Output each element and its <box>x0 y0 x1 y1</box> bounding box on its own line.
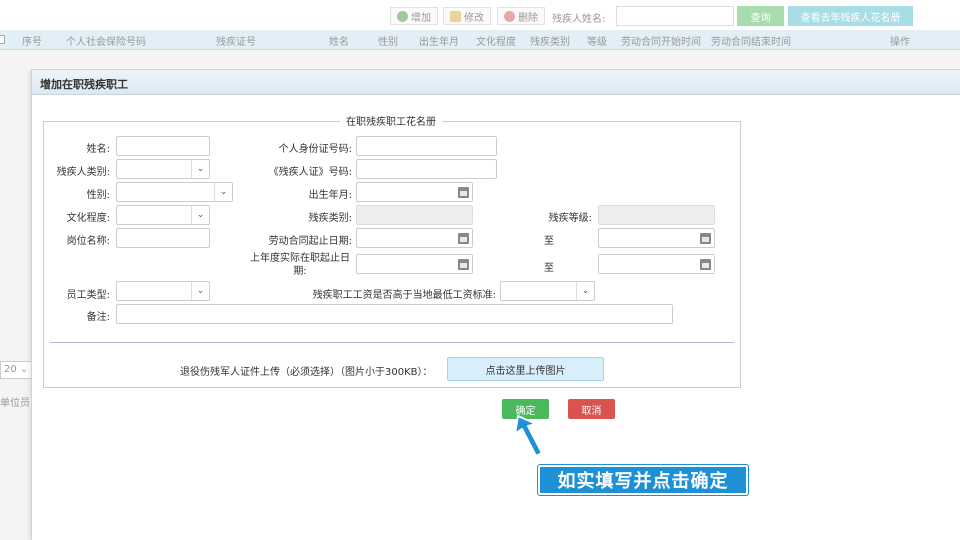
actual-end-input[interactable] <box>598 254 715 274</box>
add-button[interactable]: 增加 <box>390 7 438 25</box>
employee-type-select[interactable]: ⌄ <box>116 281 210 301</box>
disability-level-label: 残疾等级: <box>548 213 592 224</box>
cancel-button[interactable]: 取消 <box>568 399 615 419</box>
remarks-label: 备注: <box>86 312 110 323</box>
gender-label: 性别: <box>86 190 110 201</box>
column-header[interactable]: 序号 <box>22 33 42 48</box>
select-all-checkbox[interactable] <box>0 35 5 44</box>
chevron-down-icon: ⌄ <box>191 206 209 224</box>
query-button[interactable]: 查询 <box>737 6 784 26</box>
chevron-down-icon: ⌄ <box>191 282 209 300</box>
birth-label: 出生年月: <box>308 190 352 201</box>
dialog-title: 增加在职残疾职工 <box>32 70 960 95</box>
disability-type-field <box>356 205 473 225</box>
column-header[interactable]: 等级 <box>587 33 607 48</box>
disability-type-label: 残疾类别: <box>308 213 352 224</box>
divider <box>50 342 734 343</box>
column-header[interactable]: 劳动合同结束时间 <box>711 33 791 48</box>
delete-icon <box>504 10 515 22</box>
chevron-down-icon: ⌄ <box>191 160 209 178</box>
search-label: 残疾人姓名: <box>552 14 606 25</box>
delete-button[interactable]: 删除 <box>497 7 545 25</box>
upload-label: 退役伤残军人证件上传（必须选择）（图片小于300KB）： <box>180 367 433 378</box>
view-last-year-button[interactable]: 查看去年残疾人花名册 <box>788 6 913 26</box>
disability-cert-input[interactable] <box>356 159 497 179</box>
gender-select[interactable]: ⌄ <box>116 182 233 202</box>
wage-question-label: 残疾职工工资是否高于当地最低工资标准: <box>312 290 496 301</box>
upload-image-button[interactable]: 点击这里上传图片 <box>447 357 604 381</box>
remarks-input[interactable] <box>116 304 673 324</box>
disability-category-label: 残疾人类别: <box>56 167 110 178</box>
column-header[interactable]: 性别 <box>378 33 398 48</box>
calendar-icon[interactable] <box>700 233 711 244</box>
search-input[interactable] <box>616 6 734 26</box>
disability-cert-label: 《残疾人证》号码: <box>268 167 352 178</box>
instruction-banner: 如实填写并点击确定 <box>538 465 748 495</box>
actual-start-input[interactable] <box>356 254 473 274</box>
pointer-arrow-icon <box>514 415 543 457</box>
column-header[interactable]: 出生年月 <box>419 33 459 48</box>
contract-end-input[interactable] <box>598 228 715 248</box>
calendar-icon[interactable] <box>458 187 469 198</box>
chevron-down-icon: ⌄ <box>214 183 232 201</box>
background-text: 单位员 <box>0 398 30 409</box>
column-header[interactable]: 姓名 <box>329 33 349 48</box>
education-label: 文化程度: <box>66 213 110 224</box>
wage-select[interactable]: ⌄ <box>500 281 595 301</box>
position-label: 岗位名称: <box>66 236 110 247</box>
edit-icon <box>450 10 461 22</box>
position-input[interactable] <box>116 228 210 248</box>
form-legend: 在职残疾职工花名册 <box>340 113 442 128</box>
education-select[interactable]: ⌄ <box>116 205 210 225</box>
id-number-input[interactable] <box>356 136 497 156</box>
id-number-label: 个人身份证号码: <box>278 144 352 155</box>
chevron-down-icon: ⌄ <box>576 282 594 300</box>
column-header[interactable]: 劳动合同开始时间 <box>621 33 701 48</box>
column-header[interactable]: 残疾类别 <box>530 33 570 48</box>
disability-category-select[interactable]: ⌄ <box>116 159 210 179</box>
name-label: 姓名: <box>86 144 110 155</box>
name-input[interactable] <box>116 136 210 156</box>
calendar-icon[interactable] <box>458 233 469 244</box>
edit-button[interactable]: 修改 <box>443 7 491 25</box>
contract-period-label: 劳动合同起止日期: <box>268 236 352 247</box>
column-header[interactable]: 文化程度 <box>476 33 516 48</box>
column-header[interactable]: 残疾证号 <box>216 33 256 48</box>
to-label: 至 <box>544 263 554 274</box>
employee-type-label: 员工类型: <box>66 290 110 301</box>
disability-level-field <box>598 205 715 225</box>
calendar-icon[interactable] <box>700 259 711 270</box>
contract-start-input[interactable] <box>356 228 473 248</box>
birth-date-input[interactable] <box>356 182 473 202</box>
column-header[interactable]: 操作 <box>890 33 910 48</box>
toolbar: 增加 修改 删除 残疾人姓名: 查询 查看去年残疾人花名册 <box>0 0 960 30</box>
actual-period-label: 上年度实际在职起止日期: <box>250 253 350 277</box>
to-label: 至 <box>544 236 554 247</box>
grid-header: 序号 个人社会保险号码 残疾证号 姓名 性别 出生年月 文化程度 残疾类别 等级… <box>0 30 960 50</box>
column-header[interactable]: 个人社会保险号码 <box>66 33 146 48</box>
page-size-select[interactable]: 20 ⌄ <box>0 361 32 379</box>
add-icon <box>397 10 408 22</box>
calendar-icon[interactable] <box>458 259 469 270</box>
